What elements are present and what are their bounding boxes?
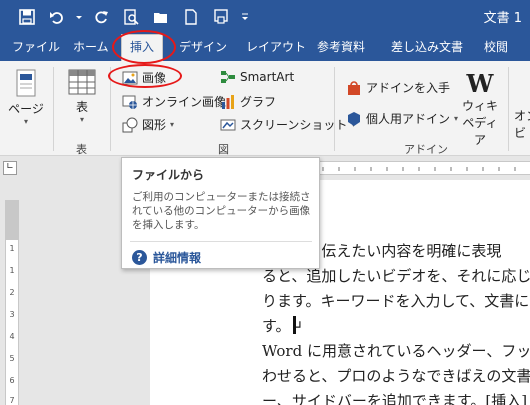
help-icon: ? <box>132 250 147 265</box>
new-document-icon[interactable] <box>178 6 204 28</box>
ruler-number: 2 <box>9 288 15 297</box>
tab-layout[interactable]: レイアウト <box>246 38 306 55</box>
open-folder-icon[interactable] <box>148 6 174 28</box>
ribbon-tabs: ファイル ホーム 挿入 デザイン レイアウト 参考資料 差し込み文書 校閲 <box>0 33 530 61</box>
document-line: ります。キーワードを入力して、文書に最適な <box>262 292 530 310</box>
document-line: す。↵ <box>262 317 304 335</box>
ruler-number: 7 <box>9 396 15 405</box>
group-separator <box>53 67 54 151</box>
ruler-number: 1 <box>9 244 15 253</box>
window-title: 文書 1 <box>483 11 522 26</box>
tooltip-help-label: 詳細情報 <box>153 251 202 265</box>
redo-icon[interactable] <box>88 6 114 28</box>
shapes-label: 図形 <box>142 118 167 132</box>
wikipedia-button[interactable]: W ウィキ ペディア <box>458 71 502 148</box>
picture-icon <box>122 71 138 84</box>
image-tooltip: ファイルから ご利用のコンピューターまたは接続されている他のコンピューターから画… <box>121 157 320 269</box>
email-document-icon[interactable] <box>208 6 234 28</box>
chart-icon <box>222 94 234 109</box>
table-group-label: 表 <box>76 143 87 156</box>
tab-references[interactable]: 参考資料 <box>317 38 365 55</box>
chart-button[interactable]: グラフ <box>220 93 276 110</box>
tooltip-body: ご利用のコンピューターまたは接続されている他のコンピューターから画像を挿入します… <box>132 191 311 231</box>
online-video-button[interactable]: オン ビ <box>514 107 530 141</box>
smartart-button[interactable]: SmartArt <box>220 69 294 85</box>
chevron-down-icon: ▾ <box>170 120 175 129</box>
group-separator <box>508 67 509 151</box>
screenshot-icon <box>220 119 236 130</box>
page-button[interactable]: ページ ▾ <box>8 69 44 126</box>
quick-access-toolbar <box>14 6 252 28</box>
document-line: わせると、プロのようなできばえの文書を作成 <box>262 367 530 385</box>
tab-file[interactable]: ファイル <box>12 38 60 55</box>
get-addins-label: アドインを入手 <box>366 81 451 95</box>
tab-design[interactable]: デザイン <box>179 38 227 55</box>
undo-icon[interactable] <box>44 6 70 28</box>
my-addins-label: 個人用アドイン <box>366 112 451 126</box>
smartart-icon <box>221 71 235 83</box>
title-bar: 文書 1 <box>0 0 530 33</box>
chevron-down-icon: ▾ <box>79 115 84 124</box>
ribbon: ページ ▾ 表 ▾ 表 画像 オンライン画像 図形 ▾ SmartArt グラフ… <box>0 61 530 156</box>
chevron-down-icon: ▾ <box>23 117 28 126</box>
illustrations-group-label: 図 <box>218 143 229 156</box>
page-icon <box>16 69 36 97</box>
tooltip-separator <box>130 241 312 242</box>
wikipedia-label-line1: ウィキ <box>461 99 498 113</box>
my-addins-icon <box>348 111 360 126</box>
save-icon[interactable] <box>14 6 40 28</box>
addins-group-label: アドイン <box>404 143 448 156</box>
wikipedia-label-line2: ペディア <box>462 116 498 147</box>
table-label: 表 <box>75 100 88 114</box>
tab-review[interactable]: 校閲 <box>484 38 508 55</box>
smartart-label: SmartArt <box>240 70 295 84</box>
online-video-label-line2: ビ <box>514 126 527 140</box>
wikipedia-icon: W <box>466 69 494 98</box>
screenshot-button[interactable]: スクリーンショット ▾ <box>220 116 355 133</box>
customize-qat-icon[interactable] <box>238 6 252 28</box>
ruler-number: 5 <box>9 354 15 363</box>
ruler-number: 6 <box>9 376 15 385</box>
online-image-button[interactable]: オンライン画像 <box>122 93 226 110</box>
image-button[interactable]: 画像 <box>122 69 166 86</box>
ruler-number: 3 <box>9 310 15 319</box>
online-image-label: オンライン画像 <box>142 95 227 109</box>
chart-label: グラフ <box>240 95 277 109</box>
online-video-label-line1: オン <box>514 109 530 123</box>
page-label: ページ <box>8 102 44 116</box>
document-line: Word に用意されているヘッダー、フッター、表 <box>262 342 530 360</box>
screenshot-label: スクリーンショット <box>240 118 348 132</box>
ruler-number: 1 <box>9 266 15 275</box>
table-icon <box>68 69 96 95</box>
print-preview-icon[interactable] <box>118 6 144 28</box>
tab-insert[interactable]: 挿入 <box>121 34 164 61</box>
tab-mailings[interactable]: 差し込み文書 <box>391 38 463 55</box>
ruler-margin <box>6 200 18 240</box>
shapes-icon <box>122 117 138 132</box>
shapes-button[interactable]: 図形 ▾ <box>122 116 174 133</box>
tooltip-title: ファイルから <box>132 168 205 182</box>
tab-home[interactable]: ホーム <box>73 38 109 55</box>
vertical-ruler[interactable]: 1 1 2 3 4 5 6 7 <box>5 200 19 405</box>
document-line: ー、サイドバーを追加できます。[挿入] をク <box>262 392 530 405</box>
ruler-number: 4 <box>9 332 15 341</box>
tooltip-help-link[interactable]: ? 詳細情報 <box>132 249 201 266</box>
store-icon <box>348 80 360 95</box>
image-label: 画像 <box>142 71 167 85</box>
group-separator <box>110 67 111 151</box>
my-addins-button[interactable]: 個人用アドイン ▾ <box>346 110 458 127</box>
text-cursor <box>293 316 296 334</box>
get-addins-button[interactable]: アドインを入手 <box>346 79 450 96</box>
online-picture-icon <box>122 95 137 109</box>
group-separator <box>334 67 335 151</box>
undo-dropdown-icon[interactable] <box>74 6 84 28</box>
table-button[interactable]: 表 ▾ <box>64 69 100 124</box>
tab-selector[interactable]: ∟ <box>3 161 17 175</box>
